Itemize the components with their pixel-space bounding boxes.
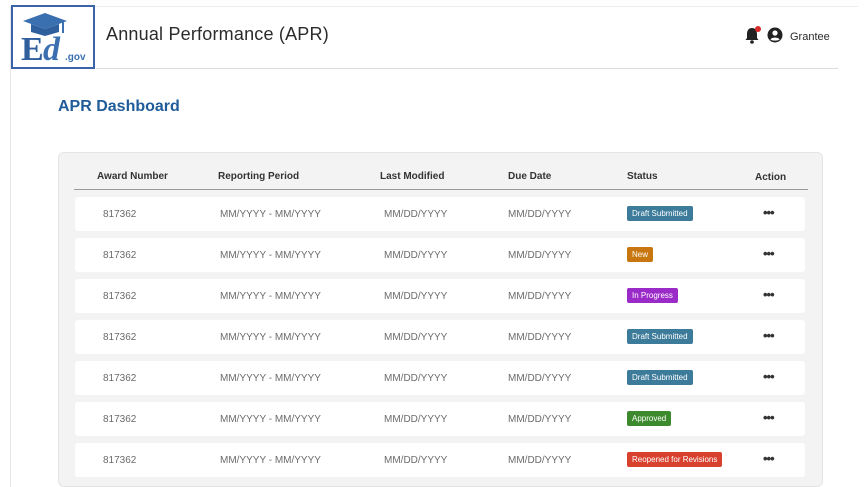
status-badge: Reopened for Revisions [627,452,723,467]
reporting-period: MM/YYYY - MM/YYYY [220,455,321,466]
due-date: MM/DD/YYYY [508,291,572,302]
last-modified: MM/DD/YYYY [384,209,448,220]
reporting-period: MM/YYYY - MM/YYYY [220,373,321,384]
more-horizontal-icon[interactable]: ••• [763,410,775,425]
reporting-period: MM/YYYY - MM/YYYY [220,414,321,425]
more-horizontal-icon[interactable]: ••• [763,205,775,220]
reporting-period: MM/YYYY - MM/YYYY [220,250,321,261]
status-badge: Approved [627,411,672,426]
reporting-period: MM/YYYY - MM/YYYY [220,209,321,220]
col-header-due-date[interactable]: Due Date [508,171,551,182]
award-number: 817362 [103,373,137,384]
last-modified: MM/DD/YYYY [384,332,448,343]
notification-badge [755,26,761,32]
due-date: MM/DD/YYYY [508,209,572,220]
page-title: APR Dashboard [58,98,180,115]
user-circle-icon[interactable] [767,27,783,43]
more-horizontal-icon[interactable]: ••• [763,246,775,261]
status-badge: Draft Submitted [627,206,693,221]
award-number: 817362 [103,209,137,220]
more-horizontal-icon[interactable]: ••• [763,369,775,384]
award-number: 817362 [103,414,137,425]
col-header-last-modified[interactable]: Last Modified [380,171,444,182]
svg-text:E: E [21,31,44,67]
reporting-period: MM/YYYY - MM/YYYY [220,332,321,343]
award-number: 817362 [103,250,137,261]
last-modified: MM/DD/YYYY [384,291,448,302]
more-horizontal-icon[interactable]: ••• [763,328,775,343]
last-modified: MM/DD/YYYY [384,414,448,425]
last-modified: MM/DD/YYYY [384,373,448,384]
status-badge: Draft Submitted [627,329,693,344]
due-date: MM/DD/YYYY [508,332,572,343]
status-badge: New [627,247,654,262]
due-date: MM/DD/YYYY [508,373,572,384]
table-row: 817362 MM/YYYY - MM/YYYY MM/DD/YYYY MM/DD/Y… [75,320,805,354]
reporting-period: MM/YYYY - MM/YYYY [220,291,321,302]
status-badge: Draft Submitted [627,370,693,385]
col-header-award-number[interactable]: Award Number [97,171,168,182]
award-number: 817362 [103,455,137,466]
due-date: MM/DD/YYYY [508,414,572,425]
last-modified: MM/DD/YYYY [384,455,448,466]
last-modified: MM/DD/YYYY [384,250,448,261]
col-header-reporting-period[interactable]: Reporting Period [218,171,299,182]
svg-text:.gov: .gov [65,52,86,63]
due-date: MM/DD/YYYY [508,455,572,466]
table-row: 817362 MM/YYYY - MM/YYYY MM/DD/YYYY MM/DD/Y… [75,402,805,436]
table-row: 817362 MM/YYYY - MM/YYYY MM/DD/YYYY MM/DD/Y… [75,443,805,477]
ed-gov-logo[interactable]: E d .gov [11,5,95,69]
award-number: 817362 [103,332,137,343]
due-date: MM/DD/YYYY [508,250,572,261]
table-row: 817362 MM/YYYY - MM/YYYY MM/DD/YYYY MM/DD/Y… [75,361,805,395]
table-row: 817362 MM/YYYY - MM/YYYY MM/DD/YYYY MM/DD/Y… [75,197,805,231]
more-horizontal-icon[interactable]: ••• [763,287,775,302]
status-badge: In Progress [627,288,678,303]
col-header-action: Action [755,172,787,183]
col-header-status[interactable]: Status [627,171,658,182]
table-row: 817362 MM/YYYY - MM/YYYY MM/DD/YYYY MM/DD/Y… [75,238,805,272]
table-row: 817362 MM/YYYY - MM/YYYY MM/DD/YYYY MM/DD/Y… [75,279,805,313]
app-title: Annual Performance (APR) [106,24,329,44]
award-number: 817362 [103,291,137,302]
more-horizontal-icon[interactable]: ••• [763,451,775,466]
user-name[interactable]: Grantee [790,31,830,43]
table-header: Award Number Reporting Period Last Modif… [74,165,808,190]
svg-text:d: d [43,31,61,67]
header-divider [96,68,838,69]
